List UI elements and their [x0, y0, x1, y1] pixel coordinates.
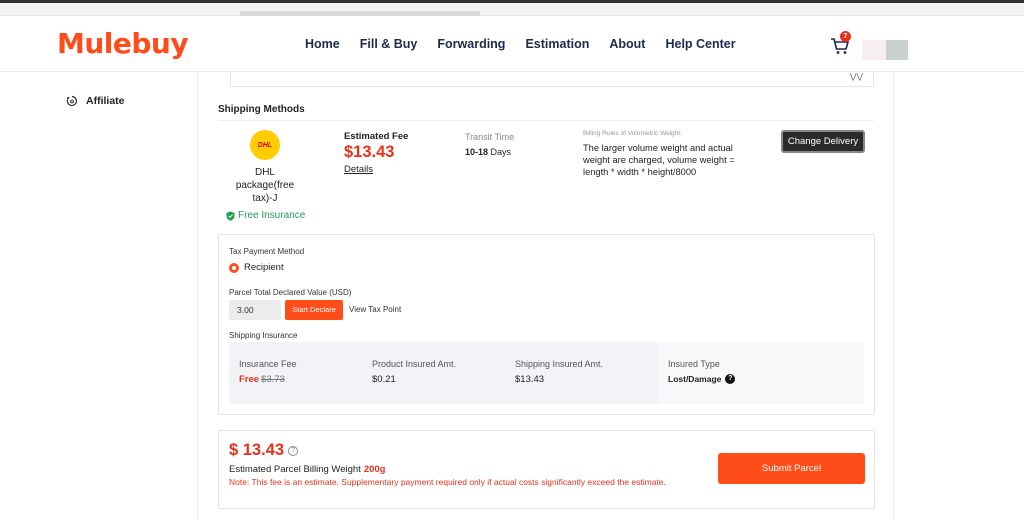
nav-forwarding[interactable]: Forwarding: [437, 37, 505, 51]
billing-rules-text: The larger volume weight and actual weig…: [583, 143, 735, 177]
details-link[interactable]: Details: [344, 164, 408, 175]
shield-icon: [226, 211, 235, 221]
shipping-insurance-label: Shipping Insurance: [229, 331, 298, 340]
insurance-fee-original: $3.73: [261, 374, 285, 385]
total-price: $ 13.43 ?: [229, 441, 299, 460]
radio-selected-icon[interactable]: [229, 262, 239, 273]
help-circle-icon[interactable]: ?: [288, 445, 299, 456]
site-header: Mulebuy Home Fill & Buy Forwarding Estim…: [0, 16, 1024, 72]
declared-value-label: Parcel Total Declared Value (USD): [229, 288, 352, 297]
nav-about[interactable]: About: [609, 37, 645, 51]
radio-label: Recipient: [244, 262, 284, 273]
divider: [218, 120, 874, 121]
nav-home[interactable]: Home: [305, 37, 340, 51]
sidebar-item-label: Affiliate: [86, 95, 125, 107]
main-content: ⋁⋁ Shipping Methods DHL DHL package(free…: [199, 72, 894, 520]
shipping-insured-cell: Shipping Insured Amt. $13.43: [515, 359, 604, 385]
start-declare-button[interactable]: Start Declare: [285, 300, 343, 320]
question-mark-icon[interactable]: ?: [725, 374, 736, 384]
carrier-name: DHL package(free tax)-J: [235, 167, 295, 204]
mulebuy-logo[interactable]: Mulebuy: [57, 27, 189, 60]
declared-value-input[interactable]: 3.00: [229, 300, 281, 320]
browser-top-strip: [0, 0, 1024, 16]
free-insurance-badge: Free Insurance: [226, 210, 305, 221]
tax-payment-method-label: Tax Payment Method: [229, 247, 305, 256]
transit-time-label: Transit Time: [465, 132, 515, 142]
insurance-summary: Insurance Fee Free $3.73 Product Insured …: [229, 342, 864, 404]
main-nav: Home Fill & Buy Forwarding Estimation Ab…: [305, 37, 736, 51]
order-summary-panel: $ 13.43 ? Estimated Parcel Billing Weigh…: [218, 430, 875, 509]
estimated-fee: Estimated Fee $13.43 Details: [344, 131, 408, 175]
view-tax-point-link[interactable]: View Tax Point: [349, 305, 401, 314]
previous-section-box: ⋁⋁: [230, 72, 874, 87]
estimated-fee-value: $13.43: [344, 143, 395, 161]
dhl-logo: DHL: [250, 130, 280, 160]
product-insured-cell: Product Insured Amt. $0.21: [372, 359, 457, 385]
billing-rules: Billing Rules of Volumetric Weight: The …: [583, 130, 755, 178]
estimate-note: Note: This fee is an estimate. Supplemen…: [229, 477, 666, 487]
transit-time-value: 10-18 Days: [465, 147, 512, 157]
billing-weight: Estimated Parcel Billing Weight 200g: [229, 464, 386, 475]
nav-estimation[interactable]: Estimation: [525, 37, 589, 51]
affiliate-icon: [66, 95, 78, 107]
cart-count-badge: 7: [840, 31, 851, 42]
estimated-fee-label: Estimated Fee: [344, 131, 409, 142]
double-chevron-down-icon[interactable]: ⋁⋁: [850, 72, 863, 81]
insurance-fee-free: Free: [239, 374, 260, 385]
change-delivery-button[interactable]: Change Delivery: [781, 130, 865, 153]
top-dark-bar: [0, 0, 1024, 3]
shipping-methods-title: Shipping Methods: [218, 104, 305, 115]
transit-time: Transit Time 10-18 Days: [465, 132, 514, 157]
recipient-radio-option[interactable]: Recipient: [229, 262, 284, 273]
insured-type-cell: Insured Type Lost/Damage ?: [668, 359, 736, 384]
user-avatar[interactable]: [862, 40, 908, 60]
billing-rules-label: Billing Rules of Volumetric Weight:: [583, 130, 682, 137]
insurance-fee-cell: Insurance Fee Free $3.73: [239, 359, 297, 385]
nav-fill-buy[interactable]: Fill & Buy: [360, 37, 418, 51]
sidebar-item-affiliate[interactable]: Affiliate: [66, 95, 125, 107]
submit-parcel-button[interactable]: Submit Parcel: [718, 453, 865, 484]
nav-help-center[interactable]: Help Center: [665, 37, 735, 51]
tax-declaration-panel: Tax Payment Method Recipient Parcel Tota…: [218, 234, 875, 415]
left-sidebar: Affiliate: [0, 72, 198, 520]
